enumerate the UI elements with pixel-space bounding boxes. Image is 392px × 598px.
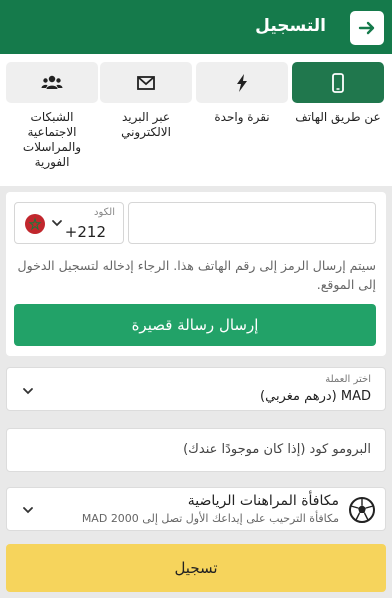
tab-email[interactable] xyxy=(100,62,192,103)
tab-phone[interactable] xyxy=(292,62,384,103)
send-sms-button[interactable]: إرسال رسالة قصيرة xyxy=(14,304,376,346)
lightning-icon xyxy=(237,74,247,92)
currency-select[interactable]: اختر العملة MAD (درهم مغربي) xyxy=(6,367,386,411)
envelope-icon xyxy=(137,76,155,90)
country-code-label: الكود xyxy=(94,207,115,218)
register-button[interactable]: تسجيل xyxy=(6,544,386,592)
tab-email-label: عبر البريد الالكتروني xyxy=(121,110,171,139)
chevron-down-icon xyxy=(52,220,62,227)
morocco-flag-icon xyxy=(25,214,45,234)
promo-code-input[interactable]: البرومو كود (إذا كان موجودًا عندك) xyxy=(6,428,386,472)
bonus-title: مكافأة المراهنات الرياضية xyxy=(187,493,339,509)
tab-phone-label: عن طريق الهاتف xyxy=(295,110,381,124)
phone-icon xyxy=(332,73,344,93)
phone-registration-card: الكود +212 سيتم إرسال الرمز إلى رقم الها… xyxy=(6,192,386,356)
bonus-select[interactable]: مكافأة المراهنات الرياضية مكافأة الترحيب… xyxy=(6,487,386,531)
tab-one-click-label: نقرة واحدة xyxy=(214,110,270,124)
users-icon xyxy=(41,75,63,89)
tab-social-label: الشبكات الاجتماعية والمراسلات الفورية xyxy=(22,110,82,169)
bonus-subtitle: مكافأة الترحيب على إيداعك الأول تصل إلى … xyxy=(81,512,339,525)
currency-value: MAD (درهم مغربي) xyxy=(260,389,371,404)
back-button[interactable] xyxy=(350,11,384,45)
chevron-down-icon xyxy=(23,507,33,514)
header: التسجيل xyxy=(0,0,392,54)
promo-code-placeholder: البرومو كود (إذا كان موجودًا عندك) xyxy=(183,442,371,457)
phone-number-input[interactable] xyxy=(128,202,376,244)
chevron-down-icon xyxy=(23,388,33,395)
country-code-select[interactable]: الكود +212 xyxy=(14,202,124,244)
soccer-ball-icon xyxy=(349,497,375,523)
phone-hint-text: سيتم إرسال الرمز إلى رقم الهاتف هذا. الر… xyxy=(17,258,376,292)
page-title: التسجيل xyxy=(255,16,326,36)
country-code-value: +212 xyxy=(64,223,106,241)
registration-method-tabs: عن طريق الهاتف نقرة واحدة عبر البريد الا… xyxy=(0,54,392,186)
currency-label: اختر العملة xyxy=(325,374,371,385)
tab-one-click[interactable] xyxy=(196,62,288,103)
arrow-right-icon xyxy=(358,21,375,35)
tab-social[interactable] xyxy=(6,62,98,103)
